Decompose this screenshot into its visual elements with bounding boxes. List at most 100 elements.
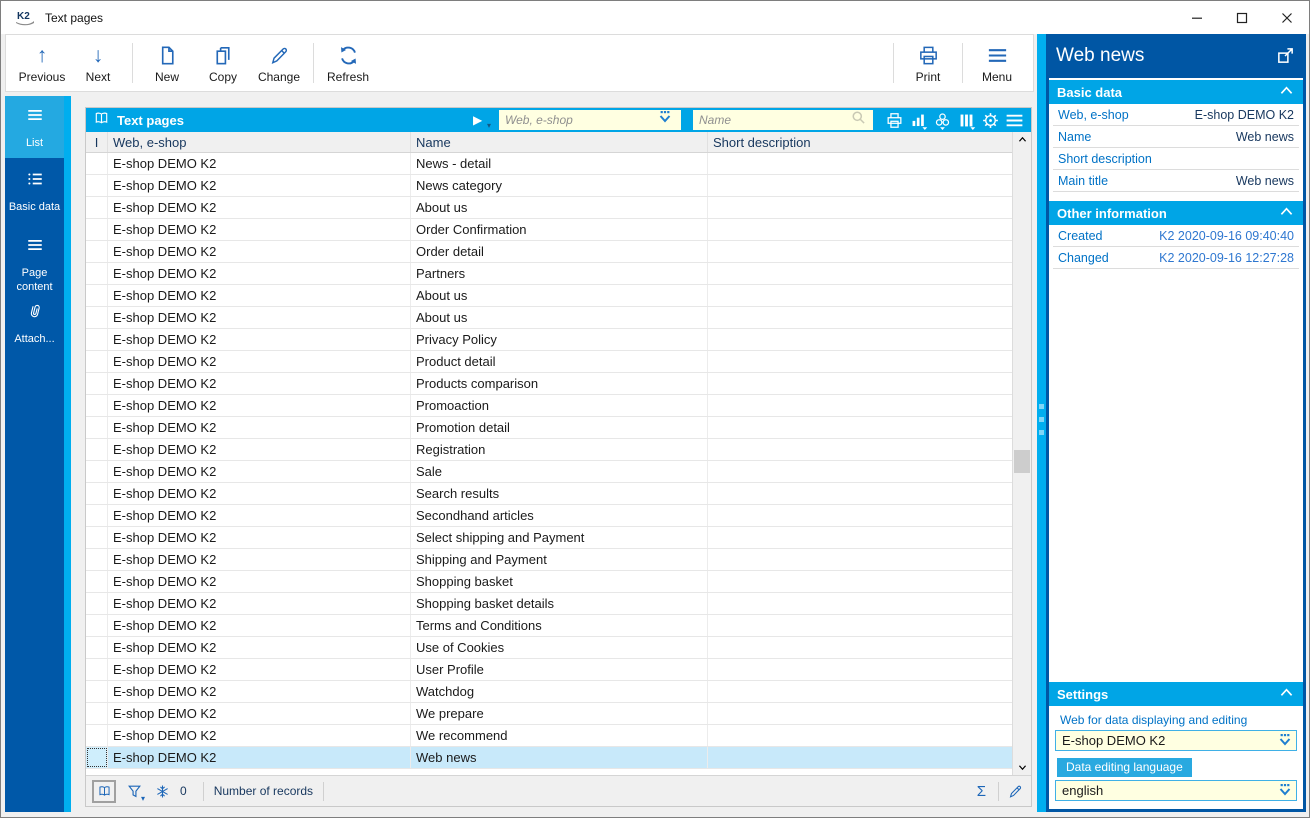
vertical-scrollbar[interactable] xyxy=(1012,132,1031,775)
sidebar-item-attachments[interactable]: Attach... xyxy=(5,292,64,348)
cell-web: E-shop DEMO K2 xyxy=(108,307,411,328)
change-button[interactable]: Change xyxy=(251,37,307,89)
sidebar-item-list[interactable]: List xyxy=(5,96,64,158)
open-in-window-button[interactable] xyxy=(1276,46,1296,66)
panel-splitter[interactable] xyxy=(1037,34,1046,812)
detail-row[interactable]: Short description xyxy=(1053,148,1299,170)
scroll-up-button[interactable] xyxy=(1013,132,1031,147)
statusbar: ▾ 0 Number of records Σ xyxy=(86,775,1031,806)
header-columns-button[interactable] xyxy=(955,110,977,130)
table-row[interactable]: E-shop DEMO K2 Search results xyxy=(86,483,1012,505)
header-menu-button[interactable] xyxy=(1003,110,1025,130)
table-row[interactable]: E-shop DEMO K2 Select shipping and Paymen… xyxy=(86,527,1012,549)
header-print-button[interactable] xyxy=(883,110,905,130)
table-row[interactable]: E-shop DEMO K2 Sale xyxy=(86,461,1012,483)
section-header-basic-data[interactable]: Basic data xyxy=(1049,80,1303,104)
table-row[interactable]: E-shop DEMO K2 About us xyxy=(86,307,1012,329)
dropdown-icon[interactable] xyxy=(1277,733,1293,748)
column-header-web[interactable]: Web, e-shop xyxy=(108,132,411,152)
web-display-combobox[interactable]: E-shop DEMO K2 xyxy=(1055,730,1297,751)
table-row[interactable]: E-shop DEMO K2 Promotion detail xyxy=(86,417,1012,439)
table-row[interactable]: E-shop DEMO K2 Use of Cookies xyxy=(86,637,1012,659)
next-record-button[interactable]: ▶ ▾ xyxy=(471,111,491,130)
table-row[interactable]: E-shop DEMO K2 Privacy Policy xyxy=(86,329,1012,351)
table-row[interactable]: E-shop DEMO K2 Promoaction xyxy=(86,395,1012,417)
table-row[interactable]: E-shop DEMO K2 About us xyxy=(86,285,1012,307)
column-header-name[interactable]: Name xyxy=(411,132,708,152)
table-row[interactable]: E-shop DEMO K2 Order detail xyxy=(86,241,1012,263)
table-row[interactable]: E-shop DEMO K2 User Profile xyxy=(86,659,1012,681)
sum-button[interactable]: Σ xyxy=(977,783,986,800)
web-filter-input[interactable] xyxy=(499,111,657,129)
funnel-icon xyxy=(126,783,143,800)
table-row[interactable]: E-shop DEMO K2 Watchdog xyxy=(86,681,1012,703)
table-row[interactable]: E-shop DEMO K2 Registration xyxy=(86,439,1012,461)
detail-row[interactable]: Name Web news xyxy=(1053,126,1299,148)
maximize-button[interactable] xyxy=(1219,1,1264,34)
table-row[interactable]: E-shop DEMO K2 Order Confirmation xyxy=(86,219,1012,241)
field-label: Main title xyxy=(1058,173,1109,188)
scrollbar-thumb[interactable] xyxy=(1014,450,1030,473)
cell-name: We recommend xyxy=(411,725,708,746)
table-row[interactable]: E-shop DEMO K2 Products comparison xyxy=(86,373,1012,395)
print-button[interactable]: Print xyxy=(900,37,956,89)
detail-row[interactable]: Changed K2 2020-09-16 12:27:28 xyxy=(1053,247,1299,269)
section-header-other-information[interactable]: Other information xyxy=(1049,201,1303,225)
refresh-button[interactable]: Refresh xyxy=(320,37,376,89)
table-row[interactable]: E-shop DEMO K2 We prepare xyxy=(86,703,1012,725)
column-header-short-description[interactable]: Short description xyxy=(708,132,1012,152)
detail-row[interactable]: Web, e-shop E-shop DEMO K2 xyxy=(1053,104,1299,126)
copy-button[interactable]: Copy xyxy=(195,37,251,89)
scroll-down-button[interactable] xyxy=(1013,760,1031,775)
dropdown-icon[interactable] xyxy=(657,110,673,130)
data-language-label: Data editing language xyxy=(1057,758,1192,777)
menu-button[interactable]: Menu xyxy=(969,37,1025,89)
sidebar-item-basic-data[interactable]: Basic data xyxy=(5,160,64,224)
table-row[interactable]: E-shop DEMO K2 Partners xyxy=(86,263,1012,285)
header-settings-button[interactable] xyxy=(979,110,1001,130)
table-row[interactable]: E-shop DEMO K2 News - detail xyxy=(86,153,1012,175)
header-chart-button[interactable] xyxy=(907,110,929,130)
cell-name: Terms and Conditions xyxy=(411,615,708,636)
close-button[interactable] xyxy=(1264,1,1309,34)
minimize-button[interactable] xyxy=(1174,1,1219,34)
table-row[interactable]: E-shop DEMO K2 Terms and Conditions xyxy=(86,615,1012,637)
filter-button[interactable]: ▾ xyxy=(124,781,145,803)
toolbar-separator xyxy=(962,43,963,83)
row-indicator-cell xyxy=(86,329,108,350)
column-header-indicator[interactable]: I xyxy=(86,132,108,152)
chevron-up-icon[interactable] xyxy=(1279,686,1295,702)
dropdown-icon[interactable] xyxy=(1277,783,1293,798)
frozen-records-button[interactable] xyxy=(152,781,172,801)
chevron-up-icon[interactable] xyxy=(1279,205,1295,221)
chevron-up-icon[interactable] xyxy=(1279,84,1295,100)
table-row[interactable]: E-shop DEMO K2 Product detail xyxy=(86,351,1012,373)
table-row[interactable]: E-shop DEMO K2 Shopping basket details xyxy=(86,593,1012,615)
name-filter-input[interactable] xyxy=(693,111,851,129)
section-header-settings[interactable]: Settings xyxy=(1049,682,1303,706)
table-row[interactable]: E-shop DEMO K2 We recommend xyxy=(86,725,1012,747)
table-row[interactable]: E-shop DEMO K2 Shipping and Payment xyxy=(86,549,1012,571)
detail-row[interactable]: Created K2 2020-09-16 09:40:40 xyxy=(1053,225,1299,247)
book-view-toggle[interactable] xyxy=(92,779,116,803)
edit-button[interactable] xyxy=(1005,781,1025,801)
header-relations-button[interactable] xyxy=(931,110,953,130)
new-button[interactable]: New xyxy=(139,37,195,89)
table-row[interactable]: E-shop DEMO K2 Shopping basket xyxy=(86,571,1012,593)
data-language-combobox[interactable]: english xyxy=(1055,780,1297,801)
print-label: Print xyxy=(915,70,941,84)
pencil-icon xyxy=(268,42,291,68)
table-row[interactable]: E-shop DEMO K2 Secondhand articles xyxy=(86,505,1012,527)
table-body: E-shop DEMO K2 News - detail E-shop DEMO K… xyxy=(86,153,1012,769)
previous-button[interactable]: ↑ Previous xyxy=(14,37,70,89)
detail-row[interactable]: Main title Web news xyxy=(1053,170,1299,192)
caret-down-icon: ▾ xyxy=(486,121,491,130)
number-of-records-button[interactable]: Number of records xyxy=(214,784,313,798)
table-row[interactable]: E-shop DEMO K2 About us xyxy=(86,197,1012,219)
table-row[interactable]: E-shop DEMO K2 News category xyxy=(86,175,1012,197)
sidebar-item-page-content[interactable]: Page content xyxy=(5,226,64,293)
table-row[interactable]: E-shop DEMO K2 Web news xyxy=(86,747,1012,769)
cell-short-description xyxy=(708,681,1012,702)
cell-web: E-shop DEMO K2 xyxy=(108,637,411,658)
next-button[interactable]: ↓ Next xyxy=(70,37,126,89)
